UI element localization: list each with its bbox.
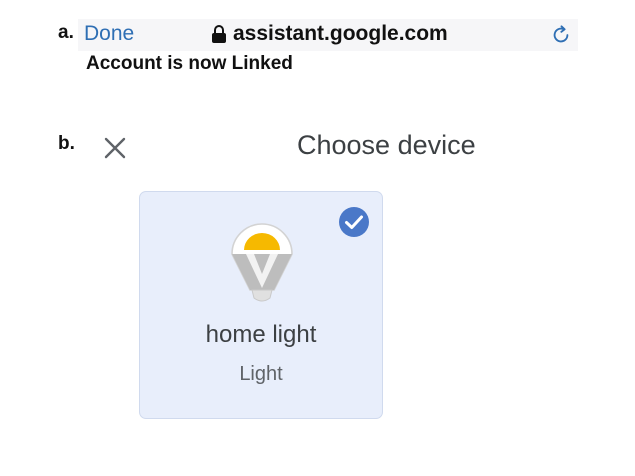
step-b-label: b. bbox=[58, 133, 75, 154]
lock-icon bbox=[212, 25, 226, 43]
reload-icon[interactable] bbox=[550, 24, 572, 46]
done-button[interactable]: Done bbox=[84, 22, 134, 46]
step-a-label: a. bbox=[58, 22, 74, 43]
selected-check-icon bbox=[339, 207, 369, 237]
page: a. Done assistant.google.com Account is … bbox=[0, 0, 635, 476]
browser-address-bar: Done assistant.google.com bbox=[78, 19, 578, 51]
url-text: assistant.google.com bbox=[233, 22, 448, 45]
device-name: home light bbox=[205, 321, 317, 348]
light-bulb-icon bbox=[231, 223, 293, 302]
url-display[interactable]: assistant.google.com bbox=[212, 22, 448, 46]
dialog-title: Choose device bbox=[297, 130, 476, 160]
account-linked-message: Account is now Linked bbox=[86, 53, 293, 74]
device-type: Light bbox=[239, 363, 283, 385]
close-icon[interactable] bbox=[102, 135, 128, 161]
device-card-home-light[interactable]: home light Light bbox=[139, 191, 383, 419]
